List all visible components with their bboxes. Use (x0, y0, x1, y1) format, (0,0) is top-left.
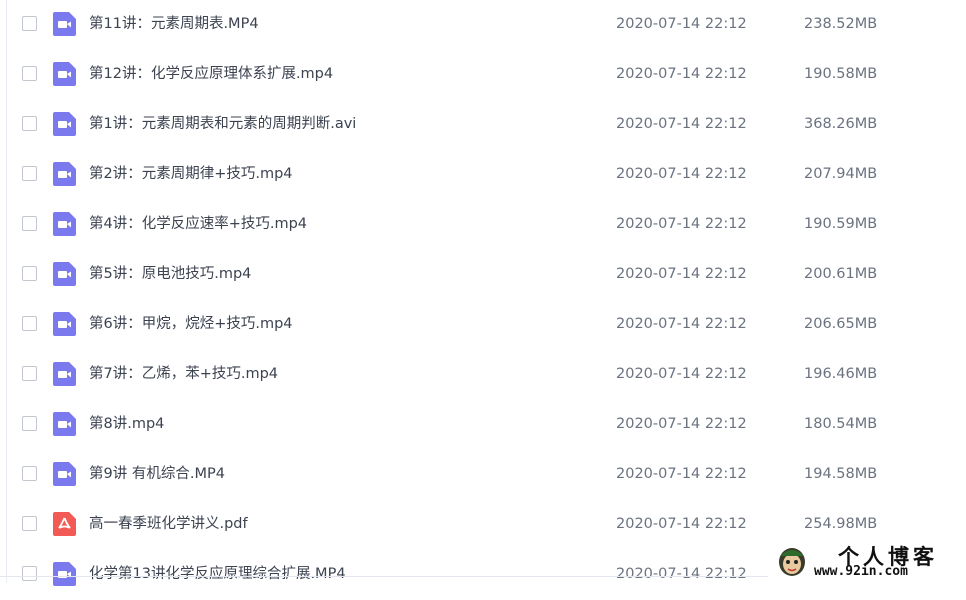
file-list: 第11讲：元素周期表.MP4 2020-07-14 22:12 238.52MB 第1… (0, 0, 966, 586)
file-modified-date: 2020-07-14 22:12 (616, 166, 747, 182)
video-file-icon (53, 262, 76, 286)
video-file-icon (53, 112, 76, 136)
video-file-icon (53, 562, 76, 586)
file-name[interactable]: 第6讲：甲烷，烷烃+技巧.mp4 (89, 315, 293, 334)
watermark: 个人博客 www.92in.com (768, 538, 966, 583)
file-row[interactable]: 第12讲：化学反应原理体系扩展.mp4 2020-07-14 22:12 190.5… (0, 50, 966, 100)
file-modified-date: 2020-07-14 22:12 (616, 316, 747, 332)
row-checkbox[interactable] (22, 416, 37, 431)
video-file-icon (53, 62, 76, 86)
row-checkbox[interactable] (22, 216, 37, 231)
video-file-icon (53, 312, 76, 336)
file-row[interactable]: 第2讲：元素周期律+技巧.mp4 2020-07-14 22:12 207.94MB (0, 150, 966, 200)
file-size: 238.52MB (804, 16, 878, 32)
row-checkbox[interactable] (22, 266, 37, 281)
file-modified-date: 2020-07-14 22:12 (616, 516, 747, 532)
file-modified-date: 2020-07-14 22:12 (616, 366, 747, 382)
file-name[interactable]: 第4讲：化学反应速率+技巧.mp4 (89, 215, 307, 234)
file-modified-date: 2020-07-14 22:12 (616, 566, 747, 582)
row-checkbox[interactable] (22, 566, 37, 581)
row-checkbox[interactable] (22, 66, 37, 81)
file-size: 190.58MB (804, 66, 878, 82)
watermark-avatar-icon (779, 548, 805, 576)
row-checkbox[interactable] (22, 366, 37, 381)
file-size: 194.58MB (804, 466, 878, 482)
file-size: 254.98MB (804, 516, 878, 532)
file-size: 180.54MB (804, 416, 878, 432)
row-checkbox[interactable] (22, 466, 37, 481)
file-row[interactable]: 第11讲：元素周期表.MP4 2020-07-14 22:12 238.52MB (0, 0, 966, 50)
file-modified-date: 2020-07-14 22:12 (616, 16, 747, 32)
file-modified-date: 2020-07-14 22:12 (616, 266, 747, 282)
file-size: 200.61MB (804, 266, 878, 282)
file-modified-date: 2020-07-14 22:12 (616, 416, 747, 432)
video-file-icon (53, 162, 76, 186)
file-row[interactable]: 第4讲：化学反应速率+技巧.mp4 2020-07-14 22:12 190.59M… (0, 200, 966, 250)
file-name[interactable]: 高一春季班化学讲义.pdf (89, 515, 248, 534)
file-size: 190.59MB (804, 216, 878, 232)
file-name[interactable]: 第9讲 有机综合.MP4 (89, 465, 225, 484)
row-checkbox[interactable] (22, 516, 37, 531)
file-name[interactable]: 第7讲：乙烯，苯+技巧.mp4 (89, 365, 278, 384)
file-row[interactable]: 第6讲：甲烷，烷烃+技巧.mp4 2020-07-14 22:12 206.65MB (0, 300, 966, 350)
file-row[interactable]: 第5讲：原电池技巧.mp4 2020-07-14 22:12 200.61MB (0, 250, 966, 300)
file-row[interactable]: 第8讲.mp4 2020-07-14 22:12 180.54MB (0, 400, 966, 450)
row-checkbox[interactable] (22, 166, 37, 181)
file-name[interactable]: 化学第13讲化学反应原理综合扩展.MP4 (89, 565, 346, 584)
row-checkbox[interactable] (22, 16, 37, 31)
file-name[interactable]: 第12讲：化学反应原理体系扩展.mp4 (89, 65, 333, 84)
row-checkbox[interactable] (22, 316, 37, 331)
file-size: 207.94MB (804, 166, 878, 182)
file-modified-date: 2020-07-14 22:12 (616, 66, 747, 82)
file-modified-date: 2020-07-14 22:12 (616, 116, 747, 132)
video-file-icon (53, 412, 76, 436)
file-modified-date: 2020-07-14 22:12 (616, 216, 747, 232)
file-modified-date: 2020-07-14 22:12 (616, 466, 747, 482)
watermark-url: www.92in.com (814, 564, 908, 579)
file-name[interactable]: 第11讲：元素周期表.MP4 (89, 15, 259, 34)
video-file-icon (53, 212, 76, 236)
file-row[interactable]: 第1讲：元素周期表和元素的周期判断.avi 2020-07-14 22:12 368… (0, 100, 966, 150)
file-name[interactable]: 第8讲.mp4 (89, 415, 164, 434)
file-size: 206.65MB (804, 316, 878, 332)
file-name[interactable]: 第2讲：元素周期律+技巧.mp4 (89, 165, 293, 184)
file-row[interactable]: 第9讲 有机综合.MP4 2020-07-14 22:12 194.58MB (0, 450, 966, 500)
file-size: 368.26MB (804, 116, 878, 132)
video-file-icon (53, 362, 76, 386)
file-name[interactable]: 第5讲：原电池技巧.mp4 (89, 265, 251, 284)
file-size: 196.46MB (804, 366, 878, 382)
row-checkbox[interactable] (22, 116, 37, 131)
pdf-file-icon (53, 512, 76, 536)
video-file-icon (53, 462, 76, 486)
file-row[interactable]: 第7讲：乙烯，苯+技巧.mp4 2020-07-14 22:12 196.46MB (0, 350, 966, 400)
file-name[interactable]: 第1讲：元素周期表和元素的周期判断.avi (89, 115, 356, 134)
video-file-icon (53, 12, 76, 36)
